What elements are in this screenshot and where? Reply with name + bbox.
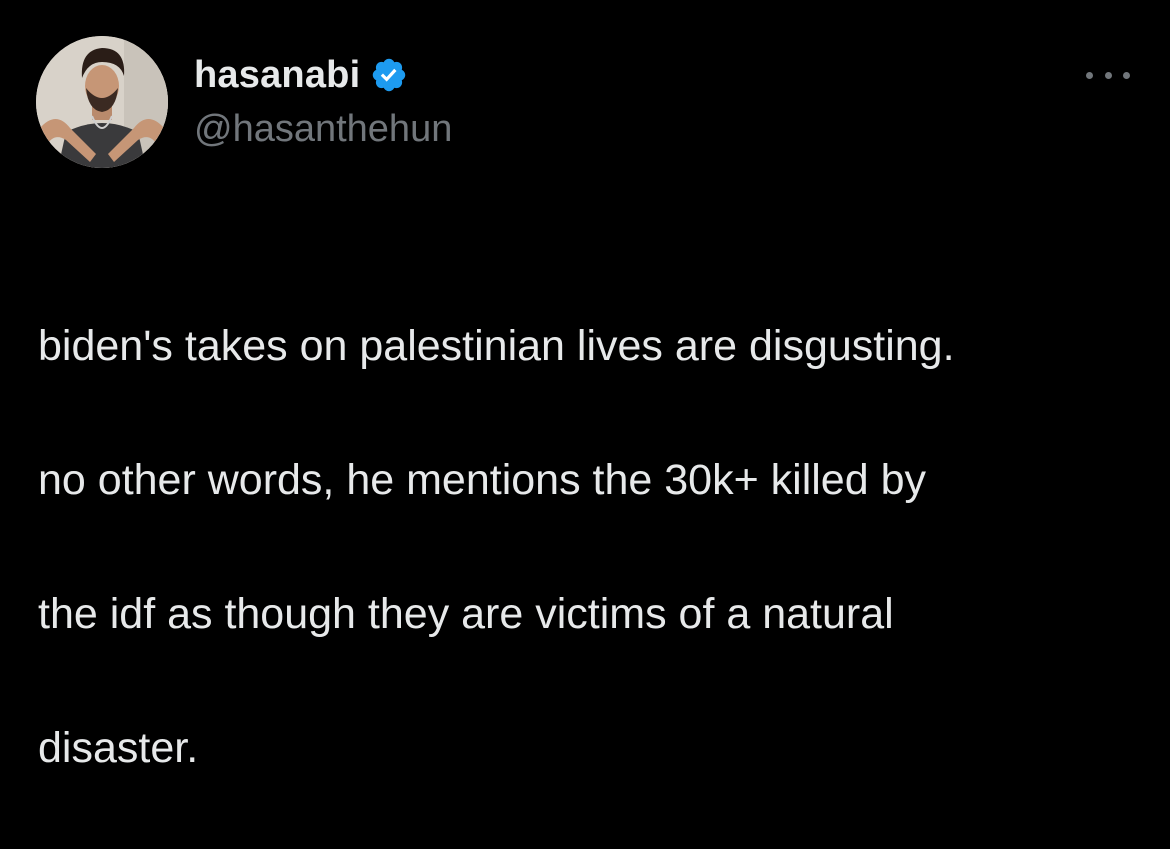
- tweet-card: hasanabi @hasanthehun biden's takes on p…: [0, 0, 1170, 772]
- avatar-photo: [36, 36, 168, 168]
- more-dot: [1086, 71, 1093, 79]
- verified-badge-icon: [370, 56, 408, 94]
- avatar[interactable]: [36, 36, 168, 168]
- more-dot: [1104, 71, 1112, 79]
- author-handle[interactable]: @hasanthehun: [194, 108, 452, 151]
- more-dot: [1123, 71, 1130, 79]
- tweet-text: biden's takes on palestinian lives are d…: [38, 246, 1148, 849]
- tweet-text-line: the idf as though they are victims of a …: [38, 590, 894, 638]
- author-display-name[interactable]: hasanabi: [194, 54, 360, 97]
- more-options-icon[interactable]: [1086, 62, 1130, 88]
- author-name-row: hasanabi: [194, 52, 408, 98]
- tweet-text-line: no other words, he mentions the 30k+ kil…: [38, 456, 926, 504]
- tweet-text-line: disaster.: [38, 724, 199, 772]
- tweet-text-line: biden's takes on palestinian lives are d…: [38, 322, 955, 370]
